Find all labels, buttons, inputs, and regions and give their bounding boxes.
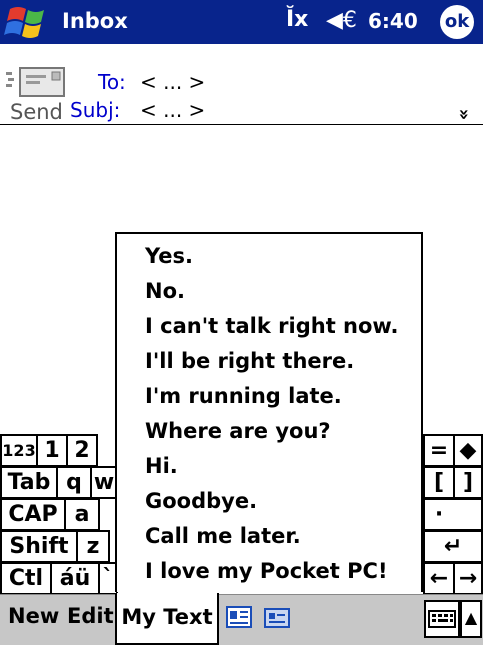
keyboard-glyph-icon [428,610,456,628]
input-panel-arrow-icon[interactable]: ▲ [460,600,482,638]
to-field[interactable]: < ... > [140,70,205,94]
business-card-icon[interactable] [264,608,290,628]
menu-new[interactable]: New [8,604,59,628]
key-blank-right[interactable] [453,498,483,531]
message-header: Send To: < ... > Subj: < ... > » [0,44,483,125]
key-tab[interactable]: Tab [0,466,58,499]
key-left-arrow[interactable]: ← [423,562,455,595]
key-q[interactable]: q [56,466,92,499]
send-envelope-icon[interactable] [4,66,68,100]
speaker-volume-icon[interactable]: ◀€ [326,8,357,33]
clock[interactable]: 6:40 [368,9,418,33]
key-w[interactable]: w [90,466,118,499]
key-right-bracket[interactable]: ] [453,466,483,499]
my-text-item-cant-talk[interactable]: I can't talk right now. [117,309,421,344]
to-field-label[interactable]: To: [98,70,126,94]
key-a[interactable]: a [64,498,100,531]
my-text-item-love-pocket-pc[interactable]: I love my Pocket PC! [117,554,421,589]
subject-field-label[interactable]: Subj: [70,98,120,122]
app-title[interactable]: Inbox [62,9,128,33]
key-left-bracket[interactable]: [ [423,466,455,499]
my-text-popup-menu: Yes. No. I can't talk right now. I'll be… [115,232,423,592]
my-text-item-yes[interactable]: Yes. [117,239,421,274]
keyboard-icon[interactable] [424,600,460,638]
my-text-item-no[interactable]: No. [117,274,421,309]
menu-edit[interactable]: Edit [67,604,114,628]
key-z[interactable]: z [76,530,110,563]
key-ctrl[interactable]: Ctl [0,562,52,595]
title-bar: Inbox Ĭx ◀€ 6:40 ok [0,0,483,44]
my-text-item-right-there[interactable]: I'll be right there. [117,344,421,379]
key-backspace[interactable]: ◆ [453,434,483,467]
key-123[interactable]: 123 [0,434,38,467]
antenna-signal-icon[interactable]: Ĭx [286,7,308,32]
key-equals[interactable]: = [423,434,455,467]
send-button-label[interactable]: Send [10,100,63,124]
my-text-item-hi[interactable]: Hi. [117,449,421,484]
my-text-item-goodbye[interactable]: Goodbye. [117,484,421,519]
key-apostrophe[interactable]: · [423,498,455,531]
key-2[interactable]: 2 [66,434,98,467]
key-1[interactable]: 1 [36,434,68,467]
expand-header-icon[interactable]: » [453,104,474,125]
address-card-icon[interactable] [226,606,252,628]
key-shift[interactable]: Shift [0,530,78,563]
menu-bar: New Edit My Text ▲ [0,593,483,645]
my-text-item-running-late[interactable]: I'm running late. [117,379,421,414]
my-text-item-where-are-you[interactable]: Where are you? [117,414,421,449]
subject-field[interactable]: < ... > [140,98,205,122]
windows-start-icon[interactable] [4,3,54,41]
key-international[interactable]: áü [50,562,100,595]
key-enter[interactable]: ↵ [423,530,483,563]
my-text-item-call-me-later[interactable]: Call me later. [117,519,421,554]
menu-my-text[interactable]: My Text [115,593,219,645]
ok-button[interactable]: ok [440,5,474,39]
key-caps[interactable]: CAP [0,498,66,531]
key-right-arrow[interactable]: → [453,562,483,595]
